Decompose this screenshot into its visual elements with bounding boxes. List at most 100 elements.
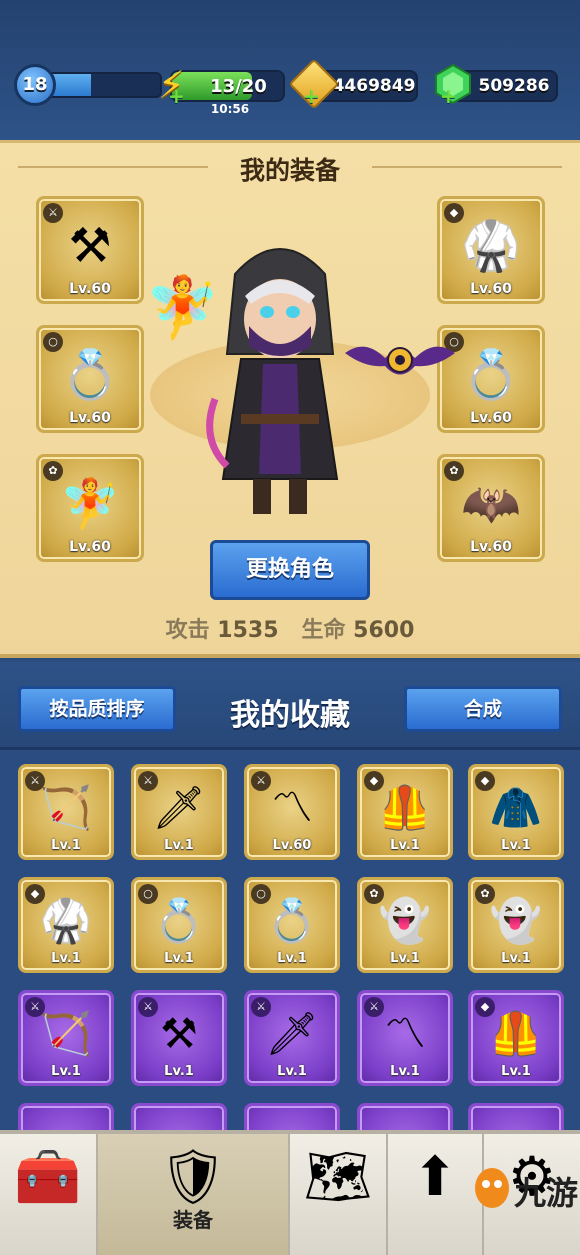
wolf-ring-icon: 💍	[265, 896, 319, 946]
collection-item-partial[interactable]	[18, 1103, 114, 1130]
collection-cell-partial[interactable]	[468, 1103, 564, 1130]
merge-button[interactable]: 合成	[404, 686, 562, 732]
collection-title: 我的收藏	[230, 698, 350, 733]
boomerang-icon: 〽	[383, 1009, 427, 1059]
collection-cell[interactable]: ◆ 🦺 Lv.1	[468, 990, 564, 1086]
weapon-type-icon: ⚔	[138, 997, 158, 1017]
collection-item-partial[interactable]	[357, 1103, 453, 1130]
collection-item[interactable]: ⚔ 🏹 Lv.1	[18, 990, 114, 1086]
bow-icon: 🏹	[39, 783, 93, 833]
level-badge: 18	[14, 64, 56, 106]
nav-equipment-label: 装备	[173, 1208, 213, 1232]
upgrade-icon: ⬆	[412, 1145, 458, 1208]
collection-cell[interactable]: ✿ 👻 Lv.1	[357, 877, 453, 973]
collection-cell[interactable]: ⚔ 🏹 Lv.1	[18, 764, 114, 860]
collection-item[interactable]: ⚔ 〽 Lv.1	[357, 990, 453, 1086]
equipped-slot-right-3[interactable]: ✿ 🦇 Lv.60	[437, 454, 545, 562]
collection-item[interactable]: ✿ 👻 Lv.1	[468, 877, 564, 973]
attack-label: 攻击	[165, 618, 210, 643]
bat-pet-icon: 🦇	[461, 475, 521, 532]
watermark: 九游	[472, 1160, 580, 1220]
item-level: Lv.1	[501, 838, 531, 853]
weapon-type-icon: ⚔	[251, 771, 271, 791]
collection-grid[interactable]: ⚔ 🏹 Lv.1 ⚔ 🗡 Lv.1 ⚔ 〽 Lv.60 ◆ 🦺 Lv.1 ◆ 🧥 Lv.1 ◆ 🥋 Lv.1 ○ 💍 L…	[0, 750, 580, 1130]
item-level: Lv.1	[390, 838, 420, 853]
collection-item[interactable]: ⚔ 🗡 Lv.1	[244, 990, 340, 1086]
collection-cell-partial[interactable]	[18, 1103, 114, 1130]
item-level: Lv.1	[501, 951, 531, 966]
collection-cell-partial[interactable]	[244, 1103, 340, 1130]
dragon-ring-icon: 💍	[461, 346, 521, 403]
collection-item[interactable]: ⚔ 〽 Lv.60	[244, 764, 340, 860]
item-level: Lv.1	[164, 838, 194, 853]
hp-label: 生命	[301, 618, 346, 643]
collection-item[interactable]: ○ 💍 Lv.1	[244, 877, 340, 973]
dragon-ring-icon: 💍	[60, 346, 120, 403]
scythe-icon: ⚒	[160, 1009, 198, 1059]
equipped-slot-left-3[interactable]: ✿ 🧚 Lv.60	[36, 454, 144, 562]
collection-item[interactable]: ✿ 👻 Lv.1	[357, 877, 453, 973]
item-level: Lv.1	[501, 1064, 531, 1079]
nav-map[interactable]: 🗺	[290, 1134, 388, 1255]
change-character-button[interactable]: 更换角色	[210, 540, 370, 600]
collection-cell[interactable]: ⚔ 🏹 Lv.1	[18, 990, 114, 1086]
collection-cell[interactable]: ⚔ 〽 Lv.1	[357, 990, 453, 1086]
collection-item[interactable]: ◆ 🥋 Lv.1	[18, 877, 114, 973]
collection-item[interactable]: ⚔ 🏹 Lv.1	[18, 764, 114, 860]
add-gold-icon[interactable]: +	[303, 84, 320, 108]
equipped-slot-right-1[interactable]: ◆ 🥋 Lv.60	[437, 196, 545, 304]
boomerang-icon: 〽	[270, 783, 314, 833]
item-level: Lv.1	[164, 951, 194, 966]
fairy-pet-icon: 🧚	[60, 475, 120, 532]
collection-cell[interactable]: ✿ 👻 Lv.1	[468, 877, 564, 973]
collection-cell[interactable]: ◆ 🧥 Lv.1	[468, 764, 564, 860]
collection-item[interactable]: ⚔ ⚒ Lv.1	[131, 990, 227, 1086]
collection-item-partial[interactable]	[131, 1103, 227, 1130]
equipped-slot-left-1[interactable]: ⚔ ⚒ Lv.60	[36, 196, 144, 304]
gem-value: 509286	[478, 76, 550, 96]
add-gem-icon[interactable]: +	[440, 84, 457, 108]
nav-treasure[interactable]: 🧰	[0, 1134, 98, 1255]
add-energy-icon[interactable]: +	[168, 84, 185, 108]
collection-item[interactable]: ◆ 🦺 Lv.1	[468, 990, 564, 1086]
collection-cell[interactable]: ⚔ 〽 Lv.60	[244, 764, 340, 860]
player-level[interactable]: 18	[14, 64, 162, 106]
collection-cell[interactable]: ◆ 🥋 Lv.1	[18, 877, 114, 973]
nav-upgrade[interactable]: ⬆	[388, 1134, 484, 1255]
item-level: Lv.60	[69, 281, 111, 297]
item-level: Lv.1	[164, 1064, 194, 1079]
item-level: Lv.60	[470, 281, 512, 297]
map-icon: 🗺	[303, 1145, 373, 1208]
weapon-type-icon: ⚔	[364, 997, 384, 1017]
collection-item[interactable]: ○ 💍 Lv.1	[131, 877, 227, 973]
hero-stats: 攻击 1535 生命 5600	[0, 612, 580, 644]
item-level: Lv.60	[69, 410, 111, 426]
collection-cell-partial[interactable]	[357, 1103, 453, 1130]
collection-item[interactable]: ⚔ 🗡 Lv.1	[131, 764, 227, 860]
collection-cell[interactable]: ○ 💍 Lv.1	[244, 877, 340, 973]
collection-cell[interactable]: ○ 💍 Lv.1	[131, 877, 227, 973]
collection-cell[interactable]: ⚔ 🗡 Lv.1	[244, 990, 340, 1086]
collection-cell-partial[interactable]	[131, 1103, 227, 1130]
hero-character[interactable]	[205, 234, 355, 524]
watermark-text: 九游	[514, 1174, 579, 1212]
item-level: Lv.1	[51, 1064, 81, 1079]
item-level: Lv.60	[470, 539, 512, 555]
collection-cell[interactable]: ◆ 🦺 Lv.1	[357, 764, 453, 860]
ghost-pet-icon: 👻	[489, 896, 543, 946]
item-level: Lv.60	[69, 539, 111, 555]
collection-item-partial[interactable]	[468, 1103, 564, 1130]
collection-cell[interactable]: ⚔ 🗡 Lv.1	[131, 764, 227, 860]
equipped-slot-left-2[interactable]: ○ 💍 Lv.60	[36, 325, 144, 433]
sort-by-quality-button[interactable]: 按品质排序	[18, 686, 176, 732]
collection-item[interactable]: ◆ 🧥 Lv.1	[468, 764, 564, 860]
item-level: Lv.1	[277, 951, 307, 966]
hp-value: 5600	[353, 618, 415, 643]
item-level: Lv.1	[51, 838, 81, 853]
item-level: Lv.60	[470, 410, 512, 426]
collection-item-partial[interactable]	[244, 1103, 340, 1130]
collection-item[interactable]: ◆ 🦺 Lv.1	[357, 764, 453, 860]
item-level: Lv.1	[390, 1064, 420, 1079]
nav-equipment[interactable]: 🛡 装备	[98, 1134, 290, 1255]
collection-cell[interactable]: ⚔ ⚒ Lv.1	[131, 990, 227, 1086]
